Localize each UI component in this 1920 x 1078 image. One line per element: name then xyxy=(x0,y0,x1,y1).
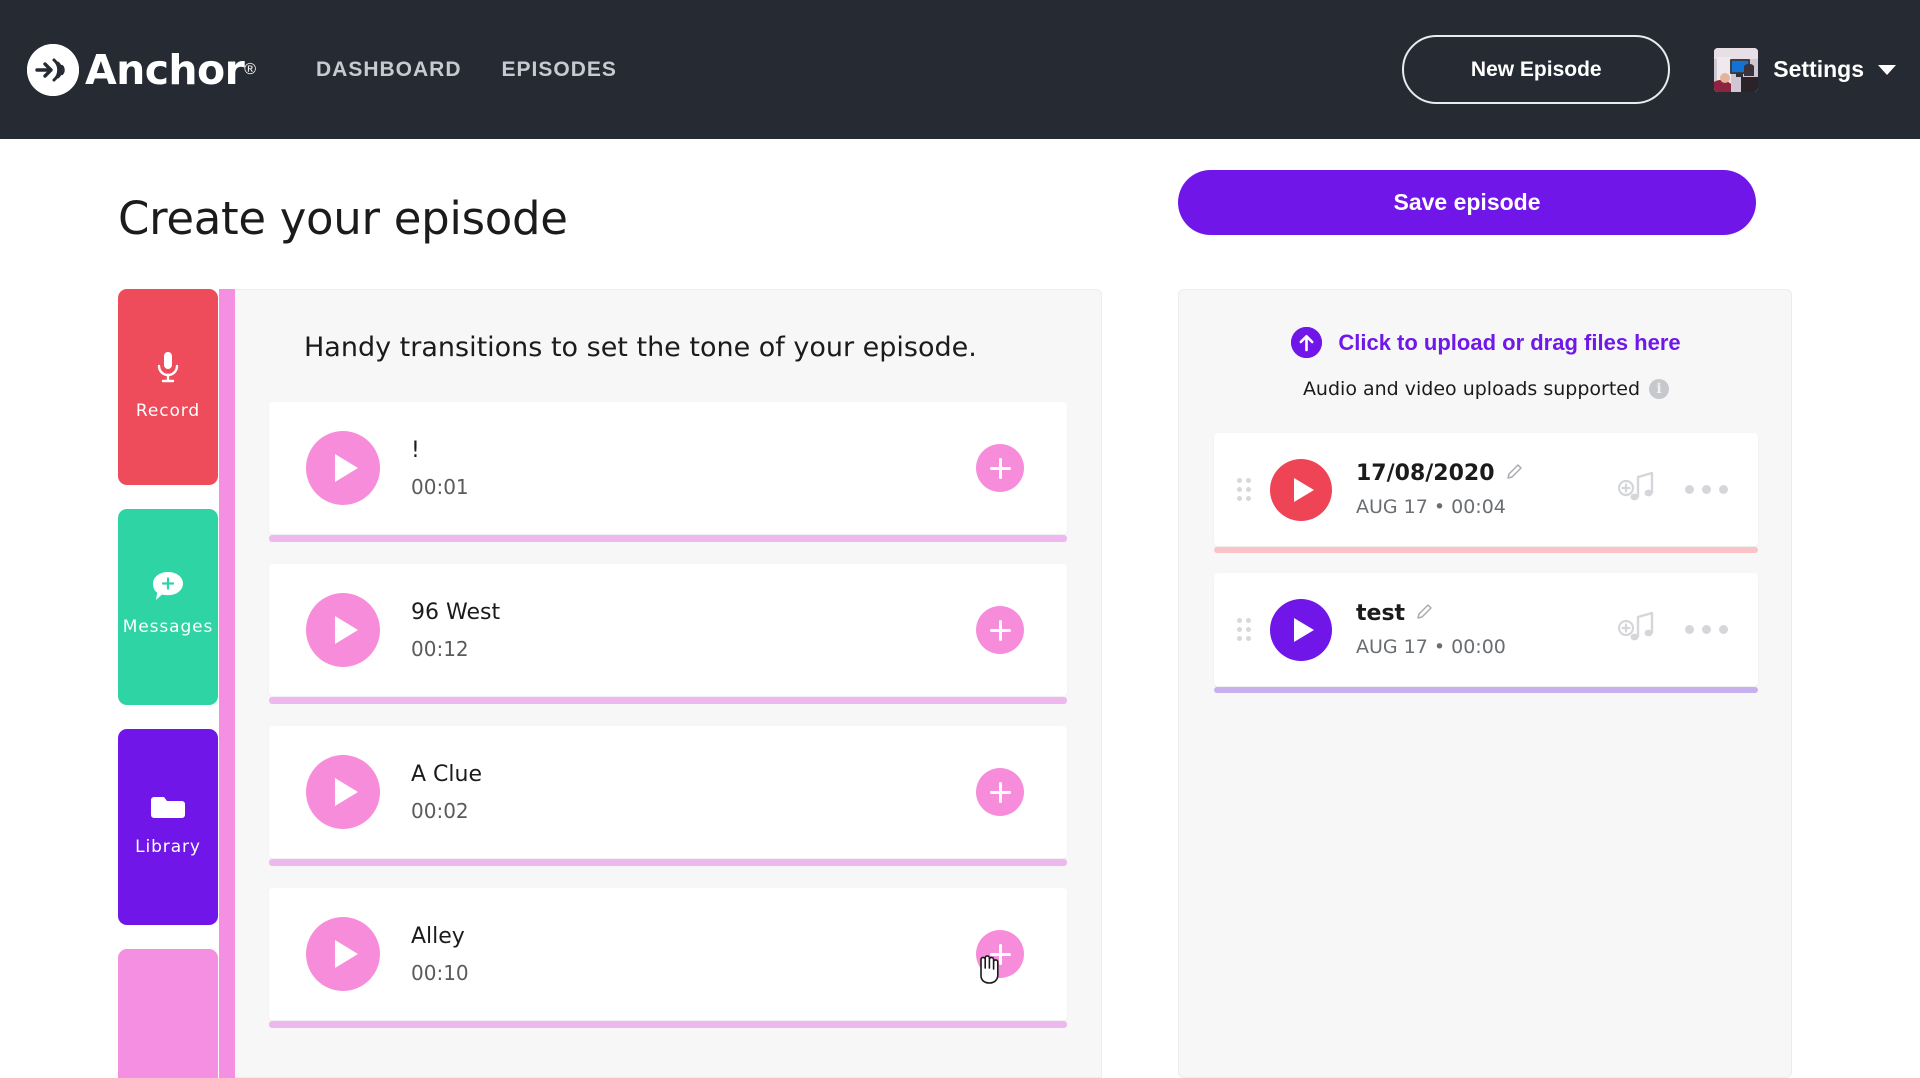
rail-tab-record[interactable]: Record xyxy=(118,289,218,485)
play-icon[interactable] xyxy=(306,917,380,991)
play-icon[interactable] xyxy=(306,593,380,667)
transition-item[interactable]: Alley 00:10 xyxy=(269,888,1067,1028)
rail-tab-library-label: Library xyxy=(135,837,201,857)
segment-color-bar xyxy=(1214,687,1758,693)
plus-icon[interactable] xyxy=(976,768,1024,816)
upload-subtext: Audio and video uploads supported i xyxy=(1179,378,1791,400)
upload-link-label: Click to upload or drag files here xyxy=(1338,329,1681,355)
episode-builder-panel: Click to upload or drag files here Audio… xyxy=(1178,289,1792,1078)
upload-dropzone[interactable]: Click to upload or drag files here xyxy=(1179,327,1791,358)
episode-segment-list: 17/08/2020 AUG 17 • 00:04 test AUG 17 • … xyxy=(1214,433,1758,713)
episode-segment-meta: 17/08/2020 AUG 17 • 00:04 xyxy=(1356,461,1523,518)
add-music-icon[interactable] xyxy=(1617,611,1665,649)
rail-tab-library[interactable]: Library xyxy=(118,729,218,925)
episode-segment-title: test xyxy=(1356,601,1406,626)
play-icon[interactable] xyxy=(306,755,380,829)
settings-label: Settings xyxy=(1773,56,1864,82)
rail-tab-record-label: Record xyxy=(135,401,201,421)
nav-item-episodes[interactable]: EPISODES xyxy=(502,58,617,82)
transition-name: A Clue xyxy=(411,761,482,787)
plus-icon[interactable] xyxy=(976,444,1024,492)
episode-segment-meta: test AUG 17 • 00:00 xyxy=(1356,601,1506,658)
chevron-down-icon[interactable] xyxy=(1878,64,1896,75)
avatar[interactable] xyxy=(1714,47,1759,92)
episode-segment-row[interactable]: test AUG 17 • 00:00 xyxy=(1214,573,1758,693)
registered-mark: ® xyxy=(244,60,256,78)
episode-segment-title: 17/08/2020 xyxy=(1356,461,1495,486)
episode-segment-actions xyxy=(1617,471,1728,509)
play-icon[interactable] xyxy=(306,431,380,505)
settings-menu[interactable]: Settings xyxy=(1714,47,1896,92)
active-tab-strip xyxy=(219,289,235,1078)
play-icon[interactable] xyxy=(1270,458,1332,521)
pencil-icon[interactable] xyxy=(1416,603,1433,625)
plus-icon[interactable] xyxy=(976,606,1024,654)
transitions-panel: Handy transitions to set the tone of you… xyxy=(235,289,1102,1078)
transition-meta: A Clue 00:02 xyxy=(411,762,482,823)
header-right-group: New Episode Settings xyxy=(1402,35,1896,104)
more-options-icon[interactable] xyxy=(1677,485,1728,494)
page-body: Create your episode Save episode Record xyxy=(0,139,1920,1078)
pencil-icon[interactable] xyxy=(1506,463,1523,485)
anchor-logo-text: Anchor xyxy=(85,45,245,94)
microphone-icon xyxy=(155,351,181,390)
page-title: Create your episode xyxy=(118,192,568,245)
transition-duration: 00:10 xyxy=(411,960,469,985)
transition-name: 96 West xyxy=(411,599,501,625)
transition-duration: 00:01 xyxy=(411,474,469,499)
transition-meta: ! 00:01 xyxy=(411,438,469,499)
rail-tab-messages[interactable]: Messages xyxy=(118,509,218,705)
drag-handle-icon[interactable] xyxy=(1237,618,1251,641)
folder-icon xyxy=(150,793,186,826)
transition-name: Alley xyxy=(411,923,465,949)
transition-duration: 00:12 xyxy=(411,636,469,661)
editor-tab-rail: Record Messages Library xyxy=(118,289,218,1078)
anchor-logo[interactable]: Anchor ® xyxy=(27,43,256,96)
more-options-icon[interactable] xyxy=(1677,625,1728,634)
transition-name: ! xyxy=(411,437,420,463)
play-icon[interactable] xyxy=(1270,598,1332,661)
upload-subtext-label: Audio and video uploads supported xyxy=(1302,378,1641,400)
drag-handle-icon[interactable] xyxy=(1237,478,1251,501)
transitions-heading: Handy transitions to set the tone of you… xyxy=(304,332,977,363)
episode-segment-actions xyxy=(1617,611,1728,649)
rail-tab-transitions[interactable] xyxy=(118,949,218,1078)
info-icon[interactable]: i xyxy=(1649,379,1670,399)
nav-item-dashboard[interactable]: DASHBOARD xyxy=(316,58,462,82)
transition-meta: Alley 00:10 xyxy=(411,924,469,985)
transition-duration: 00:02 xyxy=(411,798,469,823)
upload-arrow-icon xyxy=(1291,327,1323,358)
app-header: Anchor ® DASHBOARD EPISODES New Episode xyxy=(0,0,1920,139)
new-episode-button[interactable]: New Episode xyxy=(1402,35,1671,104)
main-nav: DASHBOARD EPISODES xyxy=(316,58,617,82)
save-episode-button[interactable]: Save episode xyxy=(1178,170,1756,235)
episode-segment-subtitle: AUG 17 • 00:00 xyxy=(1356,636,1506,658)
transition-meta: 96 West 00:12 xyxy=(411,600,500,661)
message-plus-icon xyxy=(151,571,185,606)
transition-item[interactable]: 96 West 00:12 xyxy=(269,564,1067,704)
add-music-icon[interactable] xyxy=(1617,471,1665,509)
episode-segment-subtitle: AUG 17 • 00:04 xyxy=(1356,496,1506,518)
anchor-logo-icon xyxy=(27,43,79,96)
segment-color-bar xyxy=(1214,547,1758,553)
episode-segment-row[interactable]: 17/08/2020 AUG 17 • 00:04 xyxy=(1214,433,1758,553)
grab-hand-cursor xyxy=(973,950,1003,984)
rail-tab-messages-label: Messages xyxy=(122,617,214,637)
transition-item[interactable]: A Clue 00:02 xyxy=(269,726,1067,866)
transitions-list: ! 00:01 96 West 00:12 A Clue 00:02 Alley… xyxy=(269,402,1067,1050)
transition-item[interactable]: ! 00:01 xyxy=(269,402,1067,542)
